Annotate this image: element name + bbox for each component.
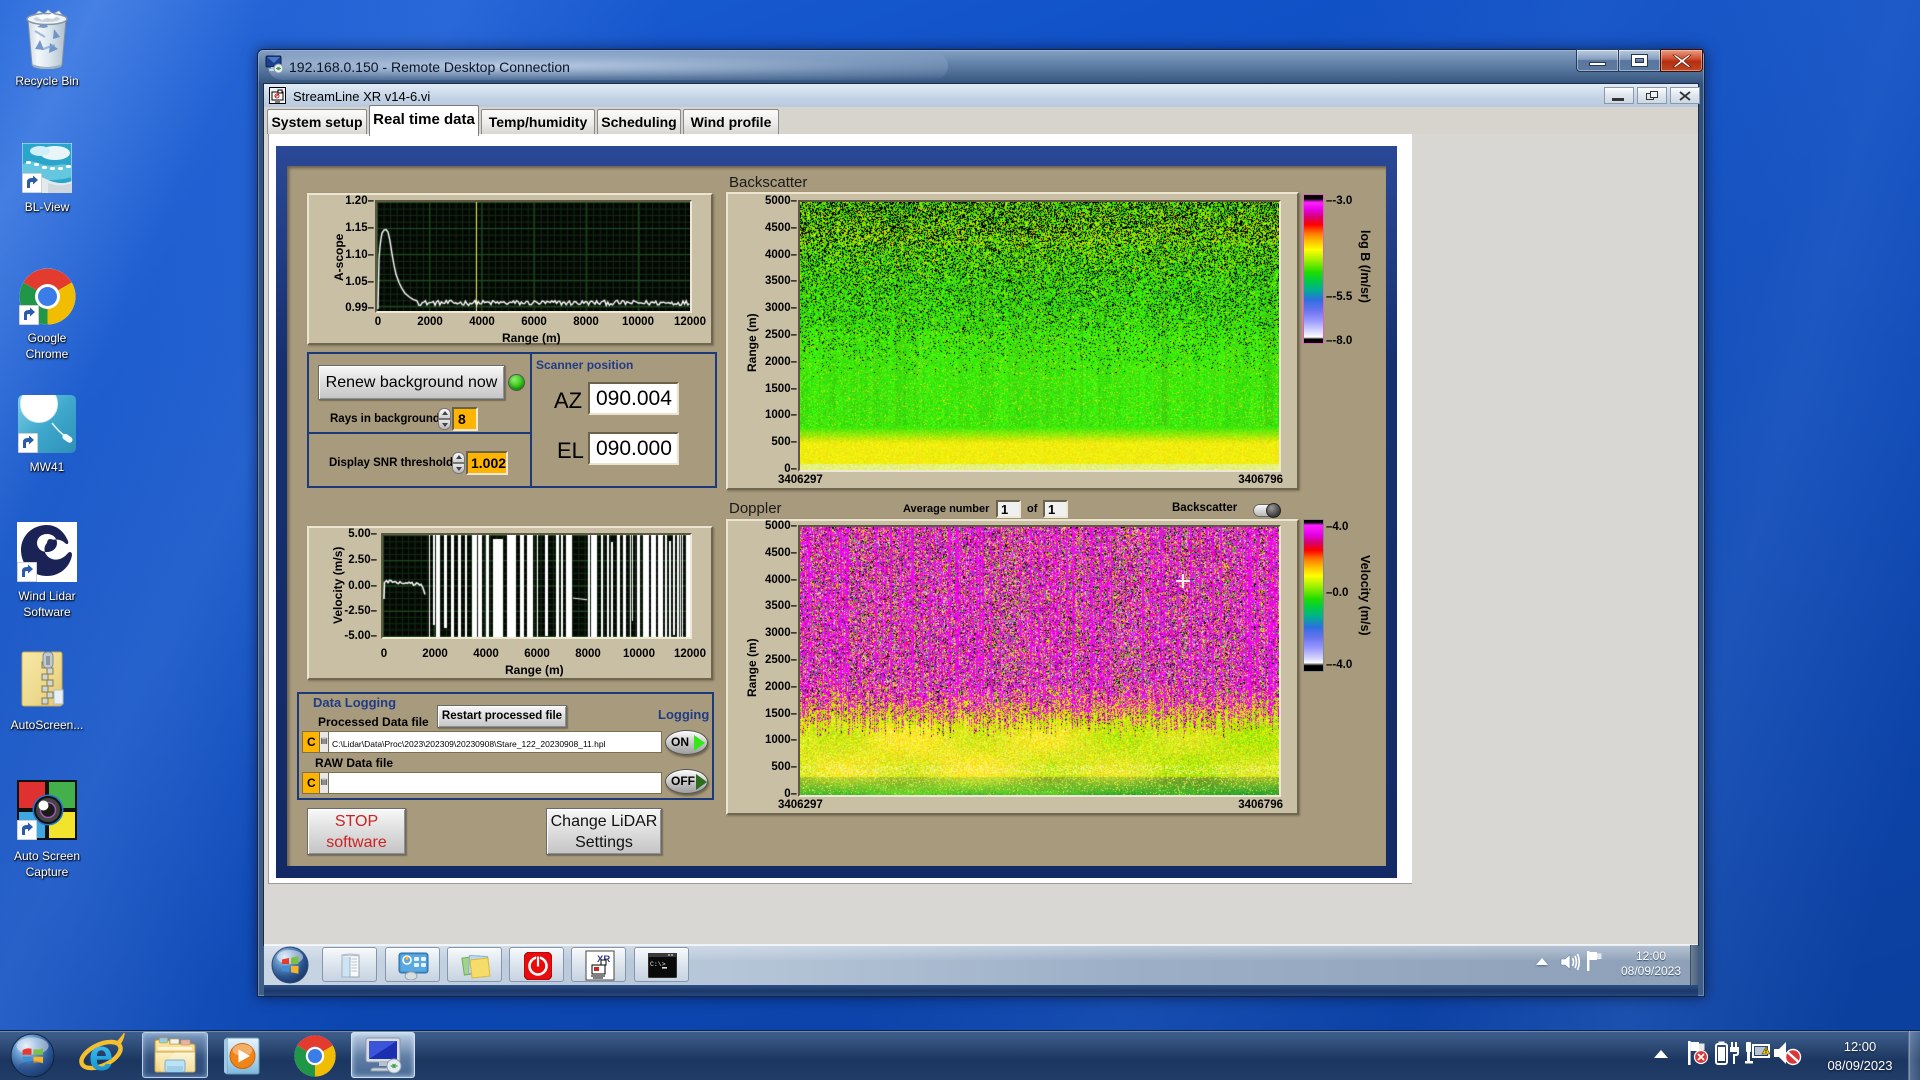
svg-text:C:\>: C:\> bbox=[650, 961, 666, 968]
svg-text:e: e bbox=[89, 1032, 113, 1078]
